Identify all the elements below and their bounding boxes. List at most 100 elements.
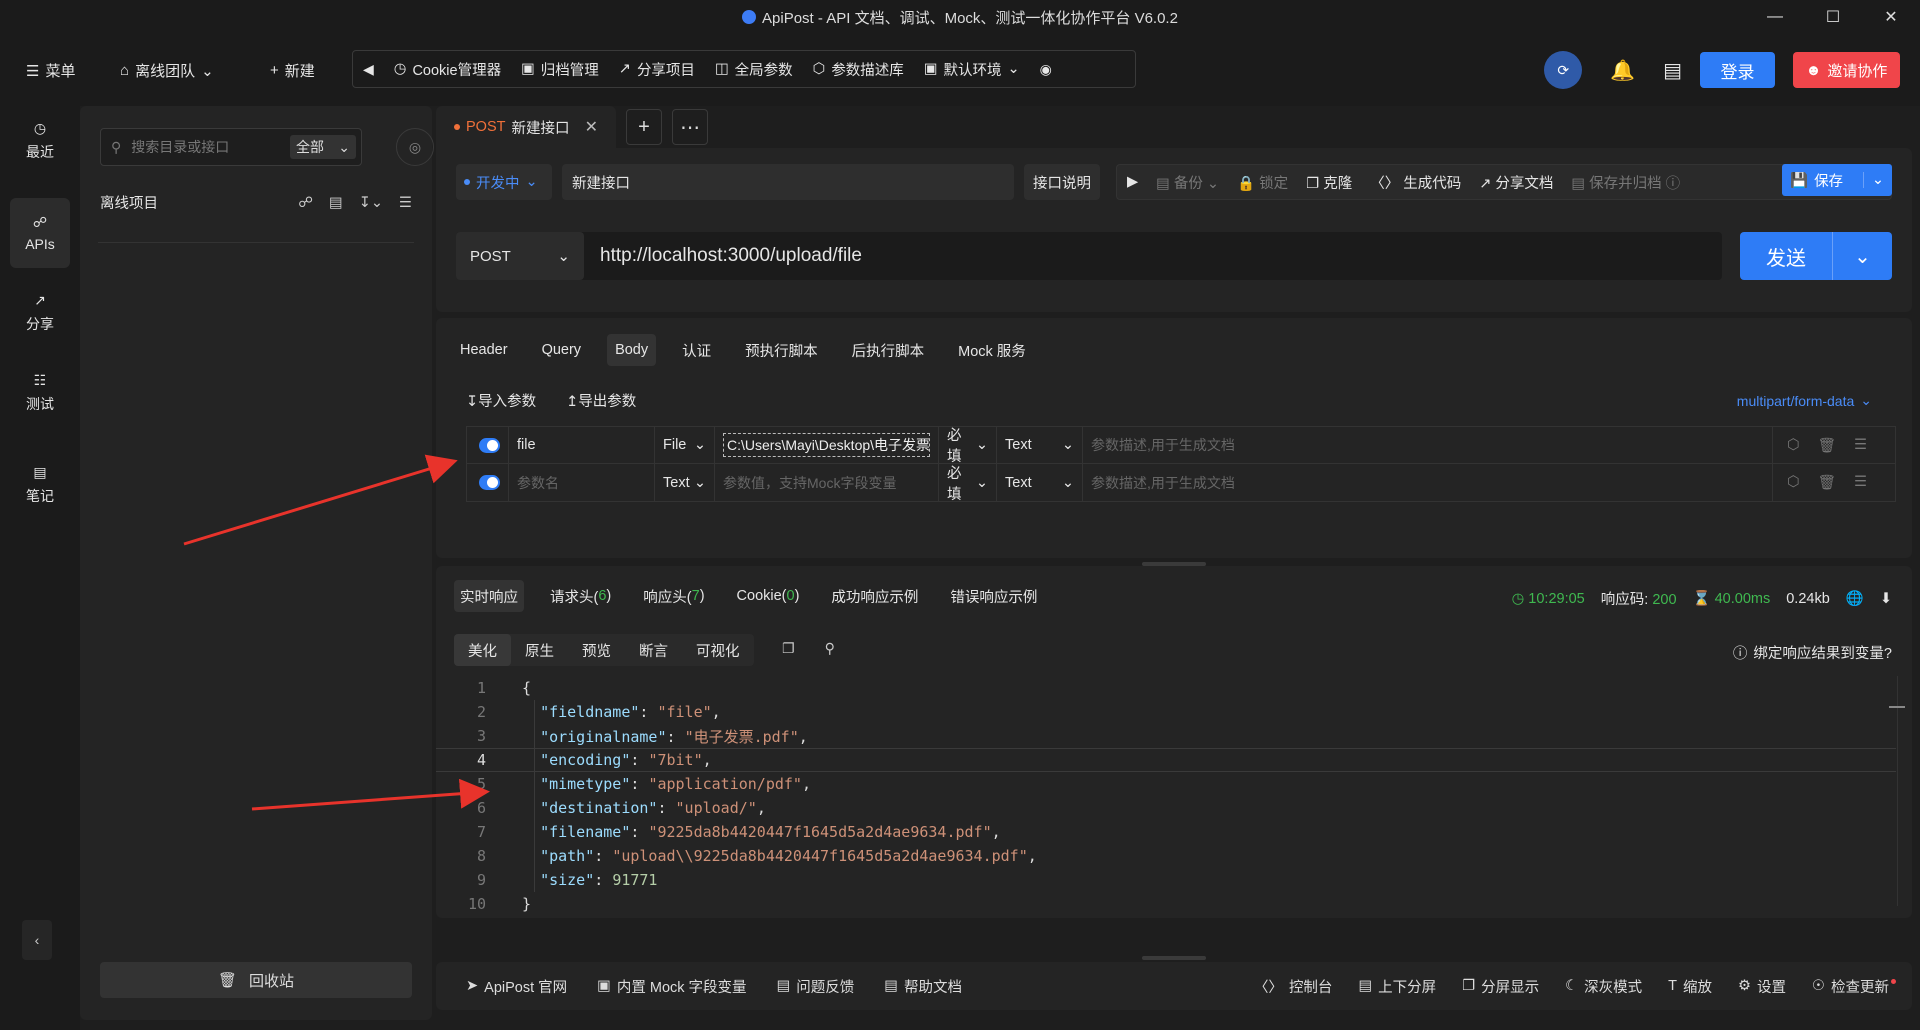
mock-vars-link[interactable]: ▣ 内置 Mock 字段变量 <box>597 976 746 997</box>
backup-button[interactable]: ▤ 备份 ⌄ <box>1156 172 1219 193</box>
menu-button[interactable]: ☰ 菜单 <box>26 60 75 81</box>
save-button[interactable]: 💾 保存 ⌄ <box>1782 164 1892 196</box>
zoom-button[interactable]: T 缩放 <box>1668 976 1712 997</box>
tab-raw[interactable]: 原生 <box>511 634 568 666</box>
recycle-bin-button[interactable]: 🗑 回收站 <box>100 962 412 998</box>
dark-mode-button[interactable]: ☾ 深灰模式 <box>1565 976 1642 997</box>
tab-preview[interactable]: 预览 <box>568 634 625 666</box>
split-view-button[interactable]: ❐ 分屏显示 <box>1462 976 1539 997</box>
globe-icon[interactable]: 🌐 <box>1846 590 1864 607</box>
drag-handle-icon[interactable]: ☰ <box>1854 437 1867 454</box>
collapse-sidebar-button[interactable]: ‹ <box>22 920 52 960</box>
tab-pretty[interactable]: 美化 <box>454 634 511 666</box>
console-button[interactable]: 〈〉 控制台 <box>1254 976 1333 997</box>
close-tab-icon[interactable]: ✕ <box>585 117 598 137</box>
rail-item-share[interactable]: ↗ 分享 <box>10 278 70 348</box>
gen-code-button[interactable]: 〈〉 生成代码 <box>1370 172 1461 193</box>
tab-new-api[interactable]: POST 新建接口 ✕ <box>436 106 616 148</box>
resize-handle[interactable] <box>1142 956 1206 960</box>
url-input[interactable]: http://localhost:3000/upload/file <box>594 232 1722 280</box>
param-key-input[interactable]: 参数名 <box>509 464 655 501</box>
tab-body[interactable]: Body <box>607 334 657 366</box>
rail-item-recent[interactable]: ◷ 最近 <box>10 106 70 176</box>
trash-icon[interactable]: 🗑 <box>1818 474 1836 491</box>
editor-scrollbar[interactable] <box>1889 676 1905 906</box>
official-site-link[interactable]: ➤ ApiPost 官网 <box>466 976 567 997</box>
chevron-down-icon[interactable]: ⌄ <box>1862 172 1884 188</box>
help-docs-link[interactable]: ▤ 帮助文档 <box>884 976 962 997</box>
rail-item-notes[interactable]: ▤ 笔记 <box>10 450 70 520</box>
export-params-button[interactable]: ↥导出参数 <box>566 390 636 411</box>
api-doc-button[interactable]: 接口说明 <box>1024 164 1100 200</box>
rail-item-test[interactable]: ☷ 测试 <box>10 358 70 428</box>
cookie-manager-button[interactable]: ◷ Cookie管理器 <box>394 59 501 80</box>
param-desc-input[interactable]: 参数描述,用于生成文档 <box>1083 464 1773 501</box>
share-project-button[interactable]: ↗ 分享项目 <box>619 59 695 80</box>
value-type-select[interactable]: Text ⌄ <box>997 427 1083 463</box>
import-icon[interactable]: ↧⌄ <box>359 195 383 211</box>
archive-manager-button[interactable]: ▣ 归档管理 <box>521 59 599 80</box>
required-select[interactable]: 必填 ⌄ <box>939 427 997 465</box>
tab-error-example[interactable]: 错误响应示例 <box>944 580 1043 612</box>
feedback-link[interactable]: ▤ 问题反馈 <box>777 976 855 997</box>
new-folder-icon[interactable]: ▤ <box>329 195 343 211</box>
minimize-icon[interactable]: — <box>1746 0 1804 34</box>
param-value-cell[interactable]: C:\Users\Mayi\Desktop\电子发票.pdf ⌧ <box>715 427 939 463</box>
tab-request-headers[interactable]: 请求头(6) <box>544 580 617 612</box>
copy-icon[interactable]: ❐ <box>782 640 795 657</box>
rail-item-apis[interactable]: ☍ APIs <box>10 198 70 268</box>
enable-toggle[interactable] <box>479 475 500 490</box>
share-doc-button[interactable]: ↗ 分享文档 <box>1479 172 1553 193</box>
tab-mock-service[interactable]: Mock 服务 <box>950 334 1034 366</box>
run-icon[interactable]: ▶ <box>1127 174 1138 190</box>
tab-cookie[interactable]: Cookie(0) <box>731 580 806 612</box>
lock-button[interactable]: 🔒 锁定 <box>1237 172 1288 193</box>
cube-icon[interactable]: ⬡ <box>1787 437 1800 454</box>
login-button[interactable]: 登录 <box>1700 52 1775 88</box>
settings-button[interactable]: ⚙ 设置 <box>1738 976 1786 997</box>
bell-icon[interactable]: 🔔 <box>1610 58 1635 83</box>
tab-assert[interactable]: 断言 <box>625 634 682 666</box>
sort-icon[interactable]: ☰ <box>399 195 412 211</box>
api-name-input[interactable]: 新建接口 <box>562 164 1014 200</box>
close-window-icon[interactable]: ✕ <box>1862 0 1920 34</box>
drag-handle-icon[interactable]: ☰ <box>1854 474 1867 491</box>
global-params-button[interactable]: ◫ 全局参数 <box>715 59 793 80</box>
trash-icon[interactable]: 🗑 <box>1818 437 1836 454</box>
bind-var-button[interactable]: ⓘ 绑定响应结果到变量? <box>1733 642 1892 663</box>
sync-button[interactable]: ⟳ <box>1544 51 1583 89</box>
param-type-select[interactable]: File ⌄ <box>655 427 715 463</box>
maximize-icon[interactable]: ☐ <box>1804 0 1862 34</box>
response-body-editor[interactable]: 1{2 "fieldname": "file", 3 "originalname"… <box>436 676 1896 913</box>
tab-success-example[interactable]: 成功响应示例 <box>825 580 924 612</box>
param-type-select[interactable]: Text ⌄ <box>655 464 715 501</box>
import-params-button[interactable]: ↧导入参数 <box>466 390 536 411</box>
content-type-select[interactable]: multipart/form-data ⌄ <box>1737 392 1872 409</box>
param-desc-input[interactable]: 参数描述,用于生成文档 <box>1083 427 1773 463</box>
param-key[interactable]: file <box>509 427 655 463</box>
notes-icon[interactable]: ▤ <box>1663 58 1682 83</box>
send-button[interactable]: 发送 ⌄ <box>1740 232 1892 280</box>
save-archive-button[interactable]: ▤ 保存并归档 ⓘ <box>1571 172 1680 193</box>
new-button[interactable]: + 新建 <box>270 60 315 81</box>
add-tab-button[interactable]: + <box>626 109 662 145</box>
collapse-left-icon[interactable]: ◀ <box>363 61 374 78</box>
search-icon[interactable]: ⚲ <box>825 640 835 657</box>
tab-header[interactable]: Header <box>452 334 516 366</box>
tab-realtime-response[interactable]: 实时响应 <box>454 580 524 612</box>
tab-auth[interactable]: 认证 <box>674 334 719 366</box>
split-vertical-button[interactable]: ▤ 上下分屏 <box>1358 976 1436 997</box>
enable-toggle[interactable] <box>479 437 500 453</box>
download-icon[interactable]: ⬇ <box>1880 591 1892 607</box>
file-path-box[interactable]: C:\Users\Mayi\Desktop\电子发票.pdf ⌧ <box>723 433 930 457</box>
eye-icon[interactable]: ◉ <box>1040 61 1052 78</box>
environment-selector[interactable]: ▣ 默认环境 ⌄ <box>924 59 1020 80</box>
tab-response-headers[interactable]: 响应头(7) <box>637 580 710 612</box>
scrollbar-thumb[interactable] <box>1889 706 1905 708</box>
tab-query[interactable]: Query <box>534 334 590 366</box>
status-select[interactable]: 开发中 ⌄ <box>456 164 552 200</box>
param-desc-library-button[interactable]: ⬡ 参数描述库 <box>813 59 904 80</box>
tab-post-script[interactable]: 后执行脚本 <box>844 334 933 366</box>
cube-icon[interactable]: ⬡ <box>1787 474 1800 491</box>
param-value-input[interactable]: 参数值，支持Mock字段变量 <box>715 464 939 501</box>
